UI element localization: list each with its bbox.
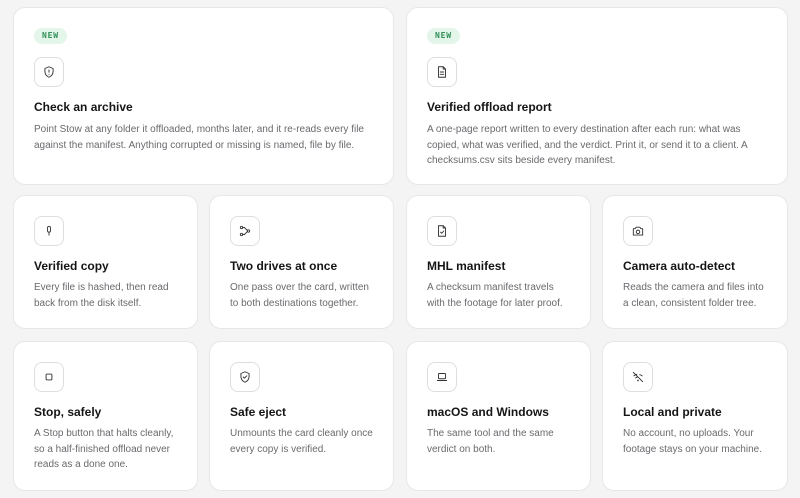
card-description: No account, no uploads. Your footage sta… <box>623 428 762 455</box>
card-description: The same tool and the same verdict on bo… <box>427 428 554 455</box>
new-badge: NEW <box>427 28 460 44</box>
branch-icon <box>230 216 260 246</box>
feature-card-camera-detect: Camera auto-detect Reads the camera and … <box>602 195 788 329</box>
card-description: Point Stow at any folder it offloaded, m… <box>34 124 364 151</box>
microphone-icon <box>34 216 64 246</box>
card-title: Local and private <box>623 405 722 419</box>
card-title: MHL manifest <box>427 259 506 273</box>
card-description: One pass over the card, written to both … <box>230 282 369 309</box>
card-description: A one-page report written to every desti… <box>427 124 748 166</box>
feature-card-check-archive: NEW Check an archive Point Stow at any f… <box>13 7 394 185</box>
camera-icon <box>623 216 653 246</box>
card-description: Reads the camera and files into a clean,… <box>623 282 764 309</box>
feature-card-stop-safely: Stop, safely A Stop button that halts cl… <box>13 341 198 491</box>
new-badge: NEW <box>34 28 67 44</box>
laptop-icon <box>427 362 457 392</box>
card-title: Safe eject <box>230 405 287 419</box>
card-title: Stop, safely <box>34 405 102 419</box>
card-description: Unmounts the card cleanly once every cop… <box>230 428 373 455</box>
feature-card-two-drives: Two drives at once One pass over the car… <box>209 195 394 329</box>
card-description: A Stop button that halts cleanly, so a h… <box>34 428 174 470</box>
file-check-icon <box>427 216 457 246</box>
feature-card-safe-eject: Safe eject Unmounts the card cleanly onc… <box>209 341 394 491</box>
wifi-off-icon <box>623 362 653 392</box>
document-icon <box>427 57 457 87</box>
card-title: Verified copy <box>34 259 109 273</box>
card-description: A checksum manifest travels with the foo… <box>427 282 563 309</box>
shield-check-icon <box>230 362 260 392</box>
card-title: Two drives at once <box>230 259 338 273</box>
feature-card-local-private: Local and private No account, no uploads… <box>602 341 788 491</box>
card-title: Camera auto-detect <box>623 259 736 273</box>
shield-alert-icon <box>34 57 64 87</box>
card-title: Verified offload report <box>427 100 552 114</box>
feature-card-macos-windows: macOS and Windows The same tool and the … <box>406 341 591 491</box>
card-title: Check an archive <box>34 100 133 114</box>
feature-card-verified-copy: Verified copy Every file is hashed, then… <box>13 195 198 329</box>
stop-icon <box>34 362 64 392</box>
card-description: Every file is hashed, then read back fro… <box>34 282 169 309</box>
card-title: macOS and Windows <box>427 405 549 419</box>
feature-card-offload-report: NEW Verified offload report A one-page r… <box>406 7 788 185</box>
feature-card-mhl-manifest: MHL manifest A checksum manifest travels… <box>406 195 591 329</box>
